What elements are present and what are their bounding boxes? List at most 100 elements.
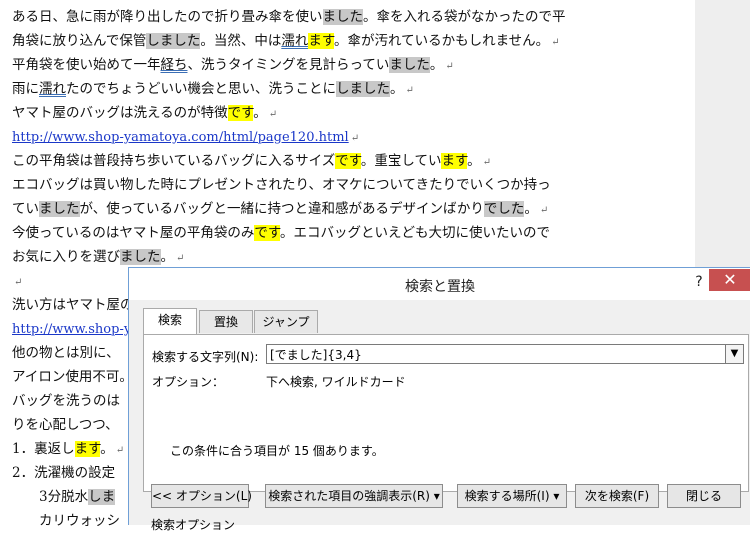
text-run: エコバッグは買い物した時にプレゼントされたり、オマケについてきたりでいくつか持っ	[12, 177, 551, 193]
paragraph-mark: ↵	[268, 109, 278, 120]
hyperlink[interactable]: http://www.shop-y	[12, 322, 131, 337]
document-line: 3分脱水しま	[12, 486, 116, 508]
text-run: りを心配しつつ、	[12, 417, 119, 433]
highlight-match: です	[335, 153, 361, 169]
text-run: 3分脱水	[12, 489, 89, 505]
marked-text: 経ち	[160, 57, 188, 73]
marked-text: 濡れ	[281, 33, 309, 49]
document-line: 今使っているのはヤマト屋の平角袋のみです。エコバッグといえども大切に使いたいので	[12, 222, 550, 244]
text-run: 。重宝してい	[360, 153, 442, 169]
close-window-button[interactable]: ✕	[709, 269, 750, 291]
text-run: アイロン使用不可。	[12, 369, 133, 385]
document-line: 他の物とは別に、	[12, 342, 120, 364]
text-run: 。	[390, 81, 404, 97]
tab-replace[interactable]: 置換	[199, 310, 253, 333]
hyperlink[interactable]: http://www.shop-yamatoya.com/html/page12…	[12, 130, 349, 145]
paragraph-mark: ↵	[405, 85, 414, 96]
text-run: 平角袋を使い始めて一年	[12, 57, 161, 73]
find-what-label: 検索する文字列(N):	[152, 350, 259, 364]
options-label: オプション：	[152, 375, 225, 389]
text-run: てい	[12, 201, 39, 217]
find-replace-dialog: 検索と置換 ? ✕ 検索 置換 ジャンプ 検索する文字列(N): [でました]{…	[128, 267, 750, 532]
highlight-match: です	[227, 105, 254, 121]
close-button[interactable]: 閉じる	[667, 484, 741, 508]
document-line: 1．裏返します。 ↵	[12, 438, 124, 462]
document-line: http://www.shop-yamatoya.com/html/page12…	[12, 126, 359, 150]
document-line: ヤマト屋のバッグは洗えるのが特徴です。 ↵	[12, 102, 277, 126]
text-run: バッグを洗うのは	[12, 393, 120, 409]
text-run: 。傘を入れる袋がなかったので平	[363, 9, 566, 25]
marked-text: 濡れ	[39, 81, 66, 97]
document-line: りを心配しつつ、	[12, 414, 119, 436]
paragraph-mark: ↵	[115, 445, 125, 456]
document-line: 角袋に放り込んで保管しました。当然、中は濡れます。傘が汚れているかもしれません。…	[12, 30, 560, 54]
text-run: 。エコバッグといえども大切に使いたいので	[279, 225, 550, 241]
options-value: 下へ検索, ワイルドカード	[266, 375, 406, 389]
document-line: 洗い方はヤマト屋の	[12, 294, 134, 316]
dialog-title-bar: 検索と置換 ? ✕	[129, 268, 750, 300]
dialog-title: 検索と置換	[405, 279, 475, 295]
text-run: お気に入りを選び	[12, 249, 120, 265]
document-line: 2．洗濯機の設定	[12, 462, 115, 484]
gray-highlight: ました	[389, 57, 430, 73]
text-run: ある日、急に雨が降り出したので折り畳み傘を使い	[12, 9, 323, 25]
text-run: ヤマト屋のバッグは洗えるのが特徴	[12, 105, 228, 121]
find-panel: 検索する文字列(N): [でました]{3,4} ▼ オプション： 下へ検索, ワ…	[143, 334, 749, 492]
tab-find[interactable]: 検索	[143, 308, 197, 334]
text-run: 。	[429, 57, 444, 73]
gray-highlight: ました	[39, 201, 80, 217]
text-run: 。当然、中は	[200, 33, 282, 49]
text-run: 。	[253, 105, 267, 121]
search-options-label: 検索オプション	[151, 518, 236, 532]
gray-highlight: ました	[322, 9, 363, 25]
paragraph-mark: ↵	[445, 61, 454, 72]
paragraph-mark: ↵	[14, 277, 23, 288]
text-run: 。傘が汚れているかもしれません。	[333, 33, 550, 49]
options-button[interactable]: << オプション(L)	[151, 484, 252, 508]
document-line: カリウォッシ	[12, 510, 120, 532]
text-run: この平角袋は普段持ち歩いているバッグに入るサイズ	[12, 153, 336, 169]
document-line: 平角袋を使い始めて一年経ち、洗うタイミングを見計らっていました。 ↵	[12, 54, 454, 78]
text-run: 2．洗濯機の設定	[12, 465, 116, 481]
text-run: 雨に	[12, 81, 39, 97]
chevron-down-icon[interactable]: ▼	[726, 344, 744, 364]
gray-highlight: ました	[120, 249, 161, 265]
paragraph-mark: ↵	[176, 253, 185, 264]
text-run: 。	[467, 153, 481, 169]
paragraph-mark: ↵	[350, 133, 360, 144]
find-in-button[interactable]: 検索する場所(I) ▾	[457, 484, 567, 508]
document-line: エコバッグは買い物した時にプレゼントされたり、オマケについてきたりでいくつか持っ	[12, 174, 551, 196]
highlight-match: ます	[74, 441, 101, 457]
text-run: 、洗うタイミングを見計らってい	[187, 57, 390, 73]
find-what-input[interactable]: [でました]{3,4}	[266, 344, 726, 364]
document-line: 雨に濡れたのでちょうどいい機会と思い、洗うことにしました。 ↵	[12, 78, 414, 102]
highlight-match: ます	[441, 153, 468, 169]
document-line: アイロン使用不可。	[12, 366, 133, 388]
reading-highlight-button[interactable]: 検索された項目の強調表示(R) ▾	[265, 484, 443, 508]
result-message: この条件に合う項目が 15 個あります。	[170, 444, 384, 458]
text-run: 他の物とは別に、	[12, 345, 120, 361]
help-button[interactable]: ?	[689, 272, 709, 292]
gray-highlight: でした	[483, 201, 525, 217]
document-line: バッグを洗うのは	[12, 390, 120, 412]
paragraph-mark: ↵	[482, 157, 492, 168]
text-run: が、使っているバッグと一緒に持つと違和感があるデザインばかり	[79, 201, 484, 217]
text-run: 。	[524, 201, 538, 217]
text-run: 今使っているのはヤマト屋の平角袋のみ	[12, 225, 255, 241]
tab-goto[interactable]: ジャンプ	[254, 310, 318, 333]
document-line: この平角袋は普段持ち歩いているバッグに入るサイズです。重宝しています。 ↵	[12, 150, 491, 174]
paragraph-mark: ↵	[539, 205, 549, 216]
text-run: たのでちょうどいい機会と思い、洗うことに	[66, 81, 336, 97]
document-line: http://www.shop-y	[12, 318, 131, 341]
document-line: ↵	[12, 270, 22, 294]
paragraph-mark: ↵	[551, 37, 560, 48]
text-run: 洗い方はヤマト屋の	[12, 297, 134, 313]
text-run: 。	[160, 249, 175, 265]
find-next-button[interactable]: 次を検索(F)	[575, 484, 659, 508]
text-run: カリウォッシ	[12, 513, 120, 529]
highlight-match: ます	[308, 33, 334, 49]
gray-highlight: しま	[88, 489, 116, 505]
text-run: 1．裏返し	[12, 441, 75, 457]
gray-highlight: しました	[146, 33, 201, 49]
document-line: ていましたが、使っているバッグと一緒に持つと違和感があるデザインばかりでした。 ↵	[12, 198, 548, 222]
